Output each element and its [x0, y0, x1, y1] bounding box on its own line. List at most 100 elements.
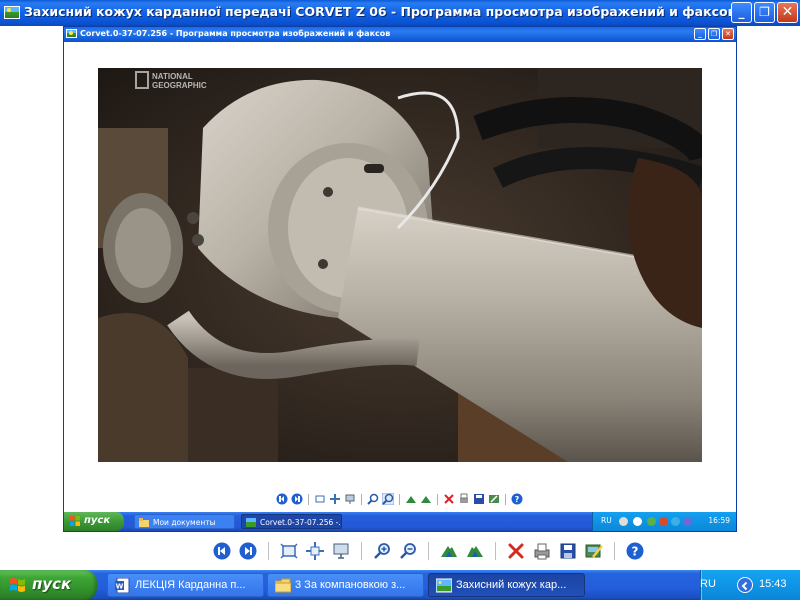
clock[interactable]: 15:43 [759, 578, 787, 590]
save-button[interactable] [558, 541, 578, 561]
rotate-clockwise-icon [441, 546, 457, 557]
system-tray: RU 15:43 [700, 570, 800, 600]
inner-image-viewer-icon [66, 29, 77, 38]
inner-rotate-clockwise-icon [405, 493, 417, 505]
word-document-icon: W [115, 578, 130, 593]
inner-save-icon [473, 493, 485, 505]
close-button[interactable]: ✕ [777, 2, 798, 23]
inner-image-viewer-icon [246, 518, 256, 527]
image-viewer-icon [436, 578, 452, 593]
inner-task-image-viewer: Corvet.0-37-07.256 -... [241, 514, 342, 529]
inner-taskbar: пуск Мои документы Corvet.0-37-07.256 -.… [64, 512, 736, 531]
inner-zoom-out-icon [381, 492, 395, 506]
inner-start-label: пуск [84, 515, 111, 526]
inner-language-indicator: RU [601, 516, 612, 525]
taskbar-item-lecture-document[interactable]: W ЛЕКЦІЯ Карданна п... [107, 573, 264, 597]
taskbar-item-image-viewer[interactable]: Захисний кожух кар... [428, 573, 585, 597]
inner-tray-volume-icon [633, 517, 642, 526]
folder-icon [275, 578, 291, 593]
rotate-counterclockwise-icon [467, 546, 483, 557]
edit-button[interactable] [584, 541, 604, 561]
taskbar-item-label: ЛЕКЦІЯ Карданна п... [135, 579, 246, 591]
maximize-button[interactable]: ❐ [754, 2, 775, 23]
toolbar-separator [614, 542, 615, 560]
next-image-icon [239, 542, 257, 560]
inner-windows-flag-icon [70, 516, 80, 526]
windows-flag-icon [10, 578, 25, 592]
zoom-in-icon [374, 543, 390, 559]
help-button[interactable]: ? [625, 541, 645, 561]
previous-image-button[interactable] [212, 541, 232, 561]
window-title: Захисний кожух карданної передачі CORVET… [24, 4, 736, 19]
zoom-out-button[interactable] [398, 541, 418, 561]
delete-icon [508, 543, 524, 559]
window-titlebar[interactable]: Захисний кожух карданної передачі CORVET… [0, 0, 800, 26]
inner-tray-network-icon [647, 517, 656, 526]
print-icon [534, 543, 550, 560]
edit-icon [585, 544, 603, 558]
inner-maximize-button: ❐ [708, 28, 720, 40]
previous-image-icon [213, 542, 231, 560]
chevron-left-icon [741, 581, 748, 591]
inner-window-titlebar: Corvet.0-37-07.256 - Программа просмотра… [64, 27, 736, 42]
svg-text:W: W [116, 583, 124, 591]
best-fit-button[interactable] [279, 541, 299, 561]
inner-actual-size-icon [329, 493, 341, 505]
svg-text:?: ? [515, 495, 520, 504]
next-image-button[interactable] [238, 541, 258, 561]
inner-task-label: Мои документы [153, 518, 216, 527]
inner-next-image-icon [291, 493, 303, 505]
toolbar-separator [495, 542, 496, 560]
taskbar-item-label: Захисний кожух кар... [456, 579, 567, 591]
toolbar-separator [428, 542, 429, 560]
start-label: пуск [32, 575, 72, 593]
zoom-out-icon [400, 543, 416, 559]
inner-system-tray: RU 16:59 [592, 512, 736, 531]
toolbar-separator [361, 542, 362, 560]
inner-slideshow-icon [344, 493, 356, 505]
inner-clock: 16:59 [708, 516, 730, 525]
language-indicator[interactable]: RU [694, 578, 722, 590]
watermark-line1: NATIONAL [152, 72, 193, 81]
inner-minimize-button: _ [694, 28, 706, 40]
image-viewer-icon [4, 6, 20, 19]
slideshow-icon [333, 543, 349, 559]
inner-tray-app-icon [671, 517, 680, 526]
inner-print-icon [458, 493, 470, 505]
inner-task-label: Corvet.0-37-07.256 -... [260, 518, 342, 527]
inner-delete-icon [443, 493, 455, 505]
driveshaft-photo: NATIONAL GEOGRAPHIC [98, 68, 702, 462]
inner-toolbar: ? [276, 492, 523, 506]
rotate-counterclockwise-button[interactable] [465, 541, 485, 561]
inner-task-my-documents: Мои документы [134, 514, 235, 529]
toolbar-separator [268, 542, 269, 560]
inner-rotate-counterclockwise-icon [420, 493, 432, 505]
minimize-button[interactable]: _ [731, 2, 752, 23]
inner-window-title: Corvet.0-37-07.256 - Программа просмотра… [80, 29, 391, 38]
print-button[interactable] [532, 541, 552, 561]
inner-help-icon: ? [511, 493, 523, 505]
save-icon [560, 543, 576, 559]
taskbar-item-label: 3 За компановкою з... [295, 579, 406, 591]
delete-button[interactable] [506, 541, 526, 561]
inner-best-fit-icon [314, 493, 326, 505]
svg-text:?: ? [632, 545, 639, 559]
start-button[interactable]: пуск [0, 570, 97, 600]
taskbar: пуск W ЛЕКЦІЯ Карданна п... 3 За компано… [0, 570, 800, 600]
actual-size-icon [306, 542, 324, 560]
inner-start-button: пуск [64, 512, 124, 531]
inner-tray-messenger-icon [683, 517, 692, 526]
help-icon: ? [626, 542, 644, 560]
displayed-image: Corvet.0-37-07.256 - Программа просмотра… [0, 26, 800, 532]
actual-size-button[interactable] [305, 541, 325, 561]
best-fit-icon [280, 543, 298, 559]
inner-zoom-in-icon [367, 493, 379, 505]
inner-close-button: ✕ [722, 28, 734, 40]
show-hidden-icons-button[interactable] [737, 577, 753, 593]
taskbar-item-folder[interactable]: 3 За компановкою з... [267, 573, 424, 597]
rotate-clockwise-button[interactable] [439, 541, 459, 561]
inner-window: Corvet.0-37-07.256 - Программа просмотра… [63, 26, 737, 532]
zoom-in-button[interactable] [372, 541, 392, 561]
slideshow-button[interactable] [331, 541, 351, 561]
inner-folder-icon [139, 518, 149, 527]
